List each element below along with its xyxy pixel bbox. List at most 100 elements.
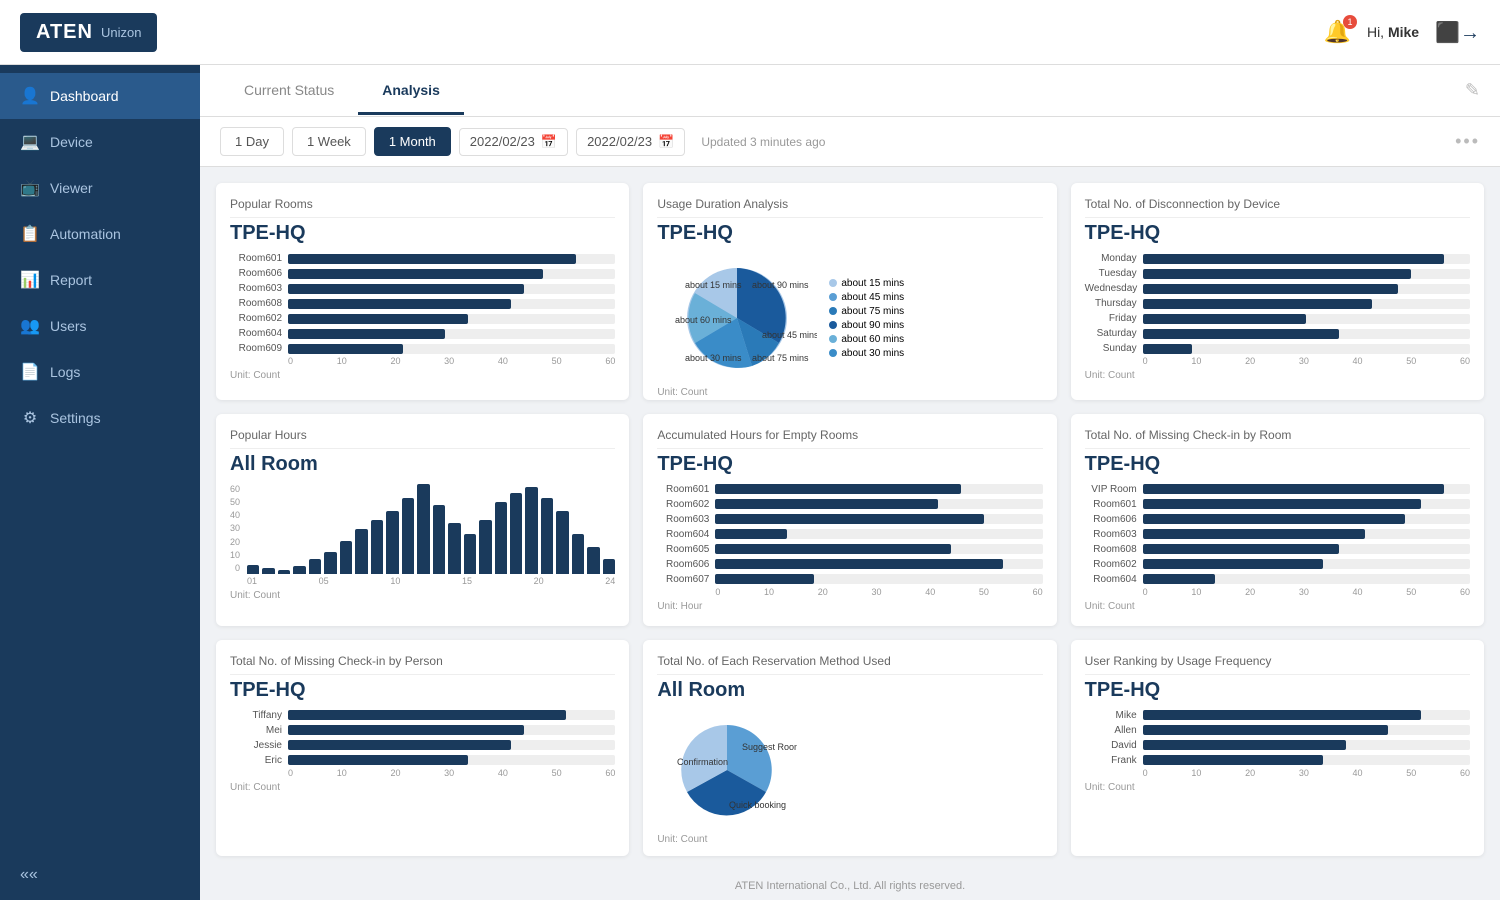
bar-fill: [1143, 484, 1444, 494]
sidebar-item-viewer[interactable]: 📺 Viewer: [0, 165, 200, 211]
tab-analysis[interactable]: Analysis: [358, 68, 464, 115]
col-bar: [572, 534, 584, 574]
legend-dot: [829, 279, 837, 287]
bar-fill: [1143, 740, 1346, 750]
legend-item: about 15 mins: [829, 278, 904, 289]
bar-row: Thursday: [1085, 298, 1470, 309]
sidebar-item-users[interactable]: 👥 Users: [0, 303, 200, 349]
bar-track: [1143, 559, 1470, 569]
bar-track: [715, 574, 1042, 584]
user-ranking-axis: 0102030405060: [1085, 768, 1470, 778]
edit-icon[interactable]: ✎: [1465, 80, 1480, 101]
sidebar-label-settings: Settings: [50, 410, 101, 426]
bar-row: Room602: [657, 499, 1042, 510]
legend-label: about 45 mins: [841, 292, 904, 303]
bar-track: [1143, 284, 1470, 294]
bar-track: [288, 314, 615, 324]
date-from-input[interactable]: 2022/02/23 📅: [459, 128, 568, 156]
user-ranking-barchart: MikeAllenDavidFrank: [1085, 710, 1470, 766]
bar-track: [288, 344, 615, 354]
sidebar-collapse-button[interactable]: ««: [0, 850, 200, 900]
sidebar-item-device[interactable]: 💻 Device: [0, 119, 200, 165]
filter-1week[interactable]: 1 Week: [292, 127, 366, 156]
sidebar-label-report: Report: [50, 272, 92, 288]
popular-rooms-subtitle: TPE-HQ: [230, 222, 615, 245]
legend-label: about 30 mins: [841, 348, 904, 359]
bar-fill: [1143, 344, 1192, 354]
svg-text:Quick booking: Quick booking: [729, 800, 786, 810]
bar-track: [1143, 740, 1470, 750]
dashboard-grid: Popular Rooms TPE-HQ Room601Room606Room6…: [200, 167, 1500, 872]
bar-fill: [1143, 499, 1421, 509]
col-bar: [464, 534, 476, 574]
col-bar: [309, 559, 321, 573]
tab-current-status[interactable]: Current Status: [220, 68, 358, 115]
missing-checkin-room-card: Total No. of Missing Check-in by Room TP…: [1071, 414, 1484, 626]
empty-rooms-unit: Unit: Hour: [657, 601, 1042, 612]
reservation-method-title: Total No. of Each Reservation Method Use…: [657, 654, 1042, 675]
bar-track: [288, 725, 615, 735]
popular-hours-yaxis: 6050403020100: [230, 484, 243, 574]
popular-hours-chart: [247, 484, 615, 574]
bar-track: [1143, 725, 1470, 735]
svg-text:about 75 mins: about 75 mins: [752, 353, 809, 363]
more-options-icon[interactable]: •••: [1455, 131, 1480, 152]
usage-duration-piechart: about 90 mins about 45 mins about 75 min…: [657, 253, 1042, 383]
usage-duration-card: Usage Duration Analysis TPE-HQ about 90 …: [643, 183, 1056, 400]
sidebar-item-report[interactable]: 📊 Report: [0, 257, 200, 303]
sidebar-nav: 👤 Dashboard 💻 Device 📺 Viewer 📋 Automati…: [0, 65, 200, 441]
date-to-input[interactable]: 2022/02/23 📅: [576, 128, 685, 156]
bar-fill: [715, 559, 1003, 569]
reservation-method-card: Total No. of Each Reservation Method Use…: [643, 640, 1056, 857]
sidebar-item-dashboard[interactable]: 👤 Dashboard: [0, 73, 200, 119]
bar-track: [715, 499, 1042, 509]
bar-fill: [715, 499, 938, 509]
empty-rooms-axis: 0102030405060: [657, 587, 1042, 597]
svg-text:about 90 mins: about 90 mins: [752, 280, 809, 290]
legend-item: about 90 mins: [829, 320, 904, 331]
users-icon: 👥: [20, 316, 40, 336]
filter-bar: 1 Day 1 Week 1 Month 2022/02/23 📅 2022/0…: [200, 117, 1500, 167]
reservation-pie-svg: Suggest Room Quick booking Confirmation: [657, 710, 797, 830]
bar-track: [715, 544, 1042, 554]
header-right: 🔔 1 Hi, Mike ⬛→: [1324, 19, 1480, 45]
popular-rooms-unit: Unit: Count: [230, 370, 615, 381]
report-icon: 📊: [20, 270, 40, 290]
bar-label: Room601: [657, 484, 709, 495]
bar-label: Allen: [1085, 725, 1137, 736]
legend-label: about 15 mins: [841, 278, 904, 289]
sidebar-label-users: Users: [50, 318, 87, 334]
device-icon: 💻: [20, 132, 40, 152]
bar-fill: [715, 574, 813, 584]
bar-label: Eric: [230, 755, 282, 766]
missing-checkin-person-barchart: TiffanyMeiJessieEric: [230, 710, 615, 766]
filter-1month[interactable]: 1 Month: [374, 127, 451, 156]
bar-label: Room603: [230, 283, 282, 294]
legend-dot: [829, 335, 837, 343]
missing-checkin-person-subtitle: TPE-HQ: [230, 679, 615, 702]
bar-track: [1143, 514, 1470, 524]
bar-fill: [288, 740, 511, 750]
bar-row: Room607: [657, 574, 1042, 585]
bar-label: Room604: [1085, 574, 1137, 585]
bar-fill: [715, 514, 983, 524]
bar-row: VIP Room: [1085, 484, 1470, 495]
missing-checkin-person-axis: 0102030405060: [230, 768, 615, 778]
bar-row: Room608: [230, 298, 615, 309]
missing-checkin-room-title: Total No. of Missing Check-in by Room: [1085, 428, 1470, 449]
col-bar: [371, 520, 383, 574]
logout-button[interactable]: ⬛→: [1435, 20, 1480, 45]
col-bar: [541, 498, 553, 574]
sidebar-item-logs[interactable]: 📄 Logs: [0, 349, 200, 395]
sidebar-item-automation[interactable]: 📋 Automation: [0, 211, 200, 257]
bar-fill: [715, 529, 787, 539]
notification-bell[interactable]: 🔔 1: [1324, 19, 1351, 45]
col-bar: [340, 541, 352, 573]
sidebar-item-settings[interactable]: ⚙ Settings: [0, 395, 200, 441]
bar-row: Mei: [230, 725, 615, 736]
col-bar: [448, 523, 460, 573]
popular-hours-subtitle: All Room: [230, 453, 615, 476]
calendar-icon-2: 📅: [658, 134, 674, 150]
bar-track: [288, 269, 615, 279]
filter-1day[interactable]: 1 Day: [220, 127, 284, 156]
